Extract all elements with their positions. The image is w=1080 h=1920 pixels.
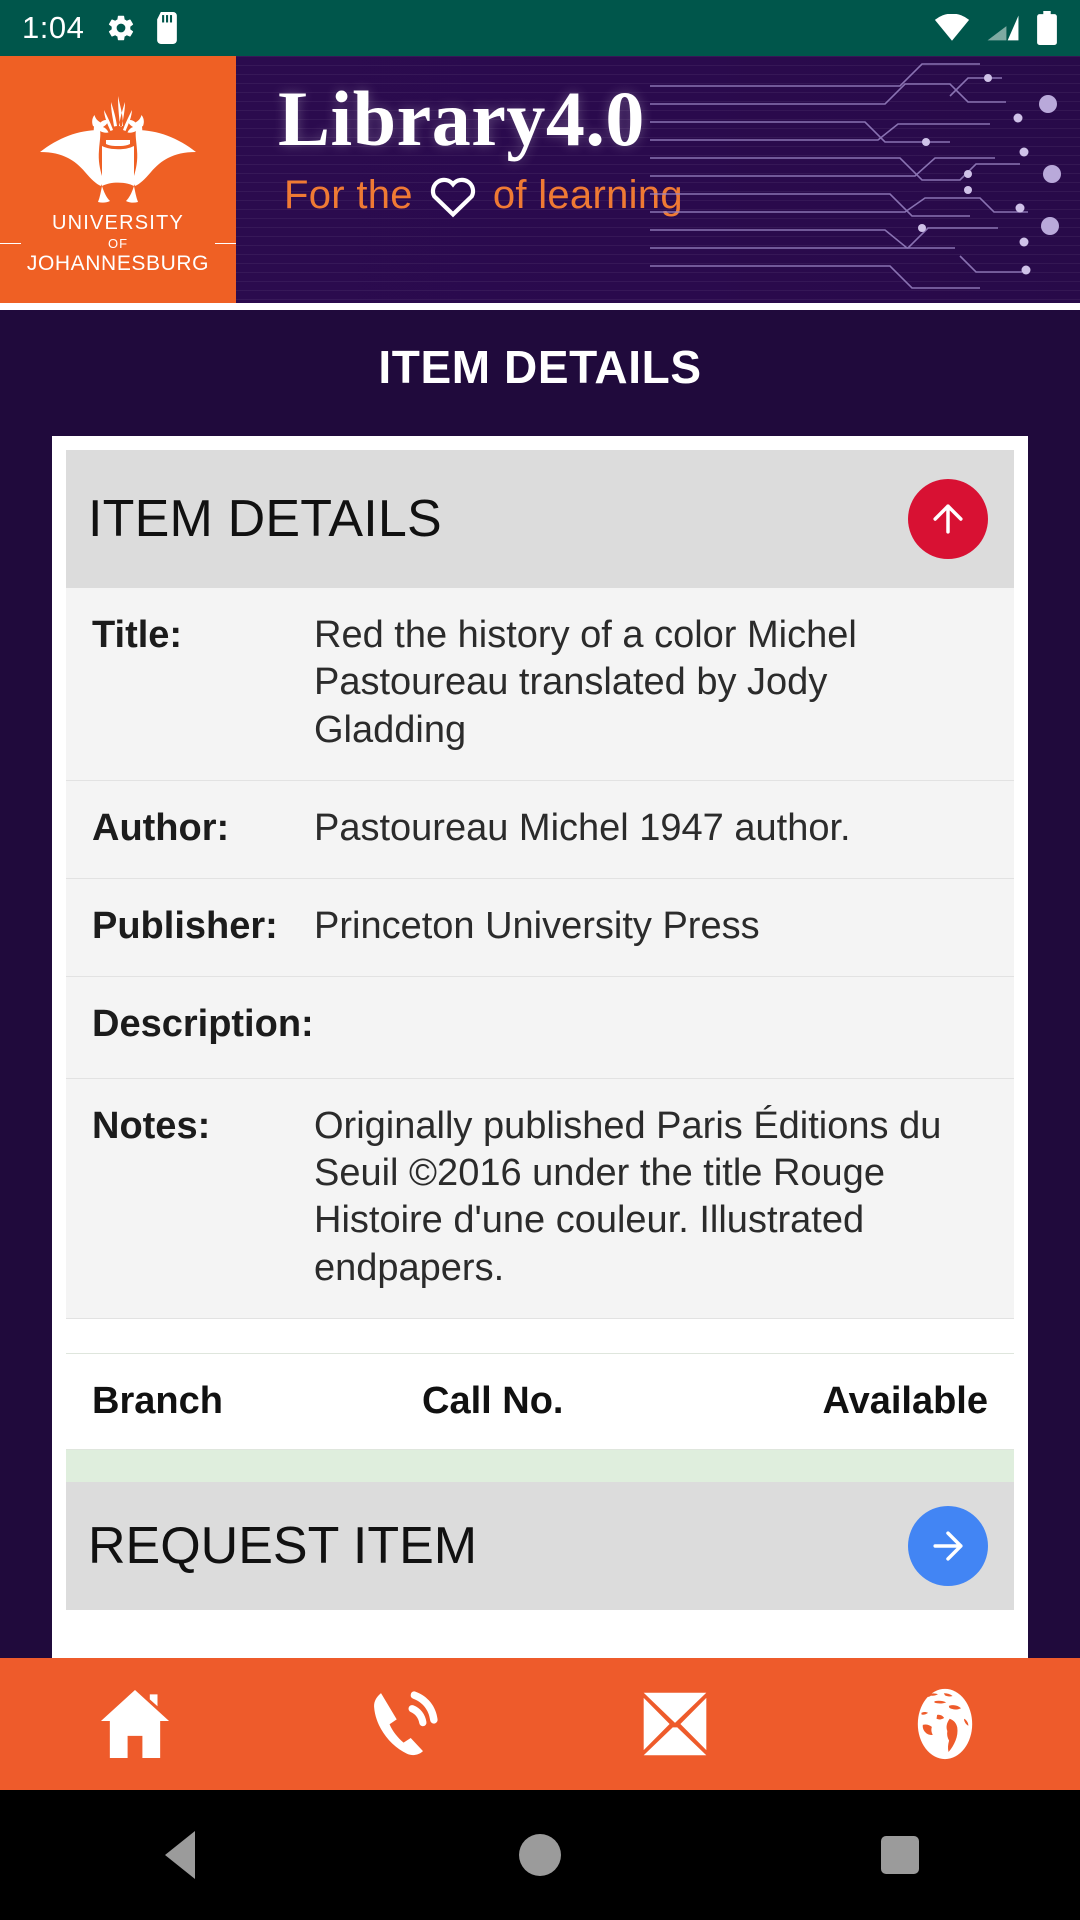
- scroll-to-top-button[interactable]: [908, 479, 988, 559]
- brand-title: Library4.0: [278, 75, 645, 162]
- university-logo-text: UNIVERSITY OF JOHANNESBURG: [0, 211, 236, 276]
- nav-button-home[interactable]: [0, 1687, 270, 1761]
- field-label: Author:: [92, 806, 230, 849]
- bottom-navigation-bar: [0, 1658, 1080, 1790]
- android-recents-button[interactable]: [720, 1836, 1080, 1874]
- android-home-button[interactable]: [360, 1834, 720, 1876]
- field-row-description: Description:: [66, 977, 1014, 1079]
- back-triangle-icon: [165, 1831, 195, 1879]
- column-header-call-no: Call No.: [422, 1380, 564, 1423]
- banner-brand-area: Library4.0 For the of learning: [236, 56, 1080, 303]
- column-header-branch: Branch: [92, 1380, 223, 1423]
- request-item-button[interactable]: [908, 1506, 988, 1587]
- status-bar-system-icons: [934, 11, 1058, 45]
- field-row-publisher: Publisher: Princeton University Press: [66, 879, 1014, 978]
- home-circle-icon: [519, 1834, 561, 1876]
- cellular-signal-icon: [987, 15, 1019, 41]
- holdings-table-header: Branch Call No. Available: [66, 1353, 1014, 1451]
- field-value: Princeton University Press: [314, 905, 760, 948]
- gear-icon: [109, 15, 134, 41]
- request-item-title: REQUEST ITEM: [88, 1517, 478, 1576]
- field-row-title: Title: Red the history of a color Michel…: [66, 588, 1014, 781]
- item-fields-list: Title: Red the history of a color Michel…: [66, 588, 1014, 1320]
- android-navigation-bar: [0, 1790, 1080, 1920]
- field-value: Red the history of a color Michel Pastou…: [314, 614, 857, 751]
- item-details-card: ITEM DETAILS Title: Red the history of a…: [52, 436, 1028, 1658]
- banner-divider: [0, 303, 1080, 310]
- status-bar: 1:04: [0, 0, 1080, 56]
- globe-icon: [917, 1688, 973, 1760]
- field-label: Publisher:: [92, 905, 278, 948]
- field-label: Description:: [92, 1003, 314, 1046]
- status-bar-clock: 1:04: [22, 10, 85, 45]
- page-title: ITEM DETAILS: [378, 341, 702, 393]
- arrow-right-icon: [933, 1531, 963, 1561]
- field-row-author: Author: Pastoureau Michel 1947 author.: [66, 780, 1014, 880]
- tagline-before: For the: [284, 172, 413, 217]
- university-logo: UNIVERSITY OF JOHANNESBURG: [0, 56, 236, 303]
- field-label: Title:: [92, 614, 183, 656]
- uj-crest-icon: [40, 95, 196, 203]
- sd-card-icon: [157, 12, 178, 44]
- field-value: Originally published Paris Éditions du S…: [314, 1104, 942, 1289]
- field-row-notes: Notes: Originally published Paris Éditio…: [66, 1078, 1014, 1320]
- brand-block: Library4.0 For the of learning: [278, 80, 683, 218]
- request-item-section[interactable]: REQUEST ITEM: [66, 1482, 1014, 1611]
- circuit-pattern-decoration: [650, 63, 1061, 289]
- arrow-up-icon: [933, 504, 963, 534]
- holdings-availability-strip: [66, 1450, 1014, 1483]
- nav-button-email[interactable]: [540, 1687, 810, 1761]
- brand-tagline: For the of learning: [284, 172, 683, 218]
- section-spacer: [52, 1319, 1028, 1354]
- app-banner: UNIVERSITY OF JOHANNESBURG Library4.0 Fo…: [0, 56, 1080, 303]
- logo-line-university: UNIVERSITY: [51, 211, 184, 234]
- column-header-available: Available: [822, 1380, 988, 1423]
- card-header-title: ITEM DETAILS: [88, 490, 442, 548]
- envelope-icon: [643, 1692, 707, 1756]
- home-icon: [100, 1689, 170, 1759]
- field-label: Notes:: [92, 1104, 211, 1147]
- logo-line-johannesburg: JOHANNESBURG: [26, 251, 210, 275]
- heart-icon: [430, 177, 475, 218]
- status-bar-notification-icons: [106, 12, 180, 44]
- battery-icon: [1037, 11, 1057, 45]
- logo-line-of: OF: [0, 236, 236, 251]
- field-value: Pastoureau Michel 1947 author.: [314, 806, 851, 849]
- phone-screen: 1:04 UNIVERSITY OF JOHANNESBURG Library4…: [0, 0, 1080, 1920]
- card-header: ITEM DETAILS: [66, 450, 1014, 588]
- recents-square-icon: [881, 1836, 919, 1874]
- phone-icon: [374, 1691, 438, 1756]
- nav-button-call[interactable]: [270, 1686, 540, 1762]
- nav-button-web[interactable]: [810, 1686, 1080, 1762]
- wifi-icon: [934, 14, 970, 41]
- android-back-button[interactable]: [0, 1831, 360, 1879]
